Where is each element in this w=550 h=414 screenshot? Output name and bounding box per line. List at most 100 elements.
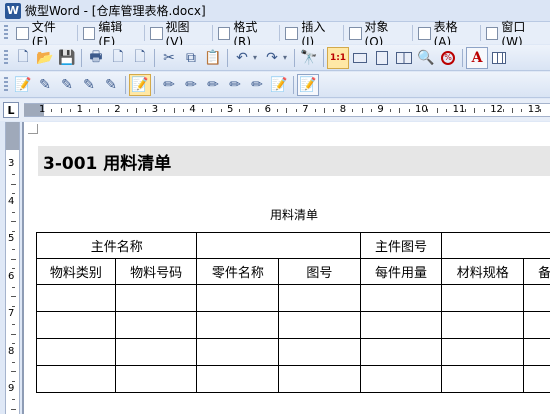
page-width-icon[interactable]	[349, 47, 371, 69]
header-material-category[interactable]: 物料类别	[36, 258, 116, 285]
cell-main-part-name-label[interactable]: 主件名称	[35, 232, 198, 259]
table-cell[interactable]	[441, 365, 525, 393]
heading-text: 3-001 用料清单	[43, 153, 172, 174]
two-pages-icon[interactable]	[393, 47, 415, 69]
paste-icon[interactable]: 📋	[202, 47, 224, 69]
table-cell[interactable]	[523, 365, 550, 393]
header-quantity-per-unit[interactable]: 每件用量	[359, 258, 443, 285]
table-cell[interactable]	[196, 338, 280, 366]
table-cell[interactable]	[441, 338, 525, 366]
cell-main-part-drawing-value[interactable]	[441, 232, 550, 259]
ruler-tick	[11, 333, 16, 335]
table-cell[interactable]	[278, 365, 361, 393]
table-cell[interactable]	[359, 284, 443, 312]
horizontal-ruler[interactable]: 1 1 2 3 4 5 6 7 8 9 10 11 12 13	[24, 103, 550, 117]
table-cell[interactable]	[114, 338, 198, 366]
cell-main-part-drawing-label[interactable]: 主件图号	[359, 232, 443, 259]
toolbar-separator	[293, 75, 294, 94]
menu-file[interactable]: 文件(F)	[12, 20, 76, 49]
document-page[interactable]: 3-001 用料清单 用料清单 主件名称 主件图号 物料类别 物料号码 零件名称…	[24, 122, 550, 414]
ruler-tick	[145, 109, 147, 112]
actual-size-button[interactable]: 1:1	[327, 46, 349, 69]
menu-insert[interactable]: 插入(I)	[281, 20, 341, 49]
review-pane-icon[interactable]: 📝	[268, 74, 290, 96]
add-comment-icon[interactable]: 📝	[12, 74, 34, 96]
accept-all-icon[interactable]: ✏	[202, 74, 224, 96]
open-folder-icon[interactable]: 📂	[34, 47, 56, 69]
table-cell[interactable]	[196, 311, 280, 339]
word-app-icon[interactable]: W	[5, 2, 21, 19]
font-icon[interactable]: A	[466, 46, 488, 69]
ruler-tick	[295, 109, 297, 112]
menu-view[interactable]: 视图(V)	[146, 20, 211, 49]
new-document-icon[interactable]: 🗋	[12, 47, 34, 69]
previous-comment-icon[interactable]: ✎	[78, 74, 100, 96]
ruler-tick	[324, 108, 325, 113]
ruler-tick	[70, 109, 72, 112]
redo-dropdown-icon[interactable]: ▾	[283, 53, 291, 62]
track-changes-button[interactable]: 📝	[129, 73, 151, 96]
edit-comment-icon[interactable]: ✎	[34, 74, 56, 96]
copy-icon[interactable]: ⧉	[180, 47, 202, 69]
header-material-number[interactable]: 物料号码	[114, 258, 198, 285]
table-cell[interactable]	[114, 365, 198, 393]
menubar-grip[interactable]	[4, 25, 8, 41]
table-cell[interactable]	[196, 365, 280, 393]
table-cell[interactable]	[359, 365, 443, 393]
clear-changes-icon[interactable]: ✏	[246, 74, 268, 96]
header-part-name[interactable]: 零件名称	[196, 258, 280, 285]
save-icon[interactable]: 💾	[56, 47, 78, 69]
vertical-ruler[interactable]: 3 4 5 6 7 8 9	[5, 122, 20, 414]
menu-format[interactable]: 格式(R)	[214, 20, 279, 49]
redo-icon[interactable]: ↷	[261, 47, 283, 69]
table-cell[interactable]	[196, 284, 280, 312]
zoom-icon[interactable]: 🔍	[415, 47, 437, 69]
tab-stop-selector[interactable]: L	[3, 102, 19, 118]
export-pdf-icon[interactable]: 🗋	[107, 47, 129, 69]
table-cell[interactable]	[36, 338, 116, 366]
zoom-percent-icon[interactable]: %	[437, 47, 459, 69]
undo-icon[interactable]: ↶	[231, 47, 253, 69]
next-comment-icon[interactable]: ✎	[100, 74, 122, 96]
reject-all-icon[interactable]: ✏	[224, 74, 246, 96]
whole-page-icon[interactable]	[371, 47, 393, 69]
table-cell[interactable]	[36, 284, 116, 312]
table-cell[interactable]	[114, 311, 198, 339]
undo-dropdown-icon[interactable]: ▾	[253, 53, 261, 62]
toolbar-grip[interactable]	[4, 49, 8, 66]
table-cell[interactable]	[359, 311, 443, 339]
table-cell[interactable]	[114, 284, 198, 312]
table-cell[interactable]	[278, 311, 361, 339]
header-remarks[interactable]: 备	[523, 258, 550, 285]
reject-change-icon[interactable]: ✏	[180, 74, 202, 96]
table-cell[interactable]	[523, 284, 550, 312]
delete-comment-icon[interactable]: ✎	[56, 74, 78, 96]
table-cell[interactable]	[278, 338, 361, 366]
table-cell[interactable]	[523, 338, 550, 366]
accept-change-icon[interactable]: ✏	[158, 74, 180, 96]
menu-table[interactable]: 表格(A)	[414, 20, 479, 49]
menu-window[interactable]: 窗口(W)	[482, 20, 550, 49]
cut-icon[interactable]: ✂	[158, 47, 180, 69]
print-icon[interactable]: 🖶	[85, 47, 107, 69]
table-cell[interactable]	[359, 338, 443, 366]
table-cell[interactable]	[278, 284, 361, 312]
table-cell[interactable]	[36, 311, 116, 339]
menu-table-label: 表格(A)	[433, 19, 458, 49]
header-material-spec[interactable]: 材料规格	[441, 258, 525, 285]
table-cell[interactable]	[441, 284, 525, 312]
header-drawing-number[interactable]: 图号	[278, 258, 361, 285]
highlight-marker-icon[interactable]: 📝	[297, 73, 319, 96]
ruler-tick	[11, 221, 16, 223]
table-cell[interactable]	[441, 311, 525, 339]
table-cell[interactable]	[523, 311, 550, 339]
toolbar-grip[interactable]	[4, 76, 8, 93]
find-binoculars-icon[interactable]: 🔭	[298, 47, 320, 69]
menu-edit[interactable]: 编辑(E)	[79, 20, 143, 49]
table-grid-icon[interactable]	[488, 47, 510, 69]
menu-object[interactable]: 对象(O)	[345, 20, 411, 49]
table-cell[interactable]	[36, 365, 116, 393]
object-menu-icon	[348, 26, 362, 40]
print-preview-icon[interactable]: 🗋	[129, 47, 151, 69]
cell-main-part-name-value[interactable]	[196, 232, 361, 259]
